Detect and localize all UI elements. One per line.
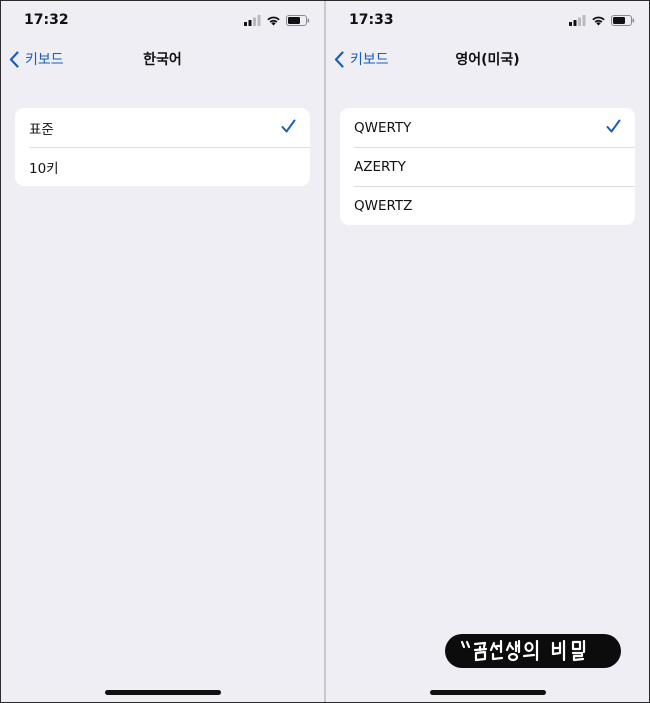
checkmark-icon bbox=[606, 119, 621, 133]
option-row-standard[interactable]: 표준 bbox=[15, 108, 310, 147]
option-label: QWERTZ bbox=[354, 197, 413, 214]
page-title: 한국어 bbox=[143, 52, 182, 68]
layout-options-list: 표준 10키 bbox=[15, 108, 310, 186]
home-indicator[interactable] bbox=[104, 690, 221, 695]
option-label: 10키 bbox=[29, 160, 59, 177]
home-indicator[interactable] bbox=[429, 690, 546, 695]
option-row-qwerty[interactable]: QWERTY bbox=[340, 108, 635, 147]
status-bar: 17:33 bbox=[326, 9, 649, 31]
watermark-logo bbox=[445, 634, 621, 668]
checkmark-icon bbox=[281, 119, 296, 133]
korean-keyboard-screen: 17:32 키보드 한국어 표준 10키 bbox=[1, 1, 324, 702]
option-label: QWERTY bbox=[354, 119, 412, 136]
battery-icon bbox=[286, 14, 310, 26]
status-time: 17:32 bbox=[24, 12, 69, 28]
wifi-icon bbox=[267, 16, 280, 25]
status-time: 17:33 bbox=[349, 12, 394, 28]
page-title: 영어(미국) bbox=[455, 52, 520, 68]
status-bar: 17:32 bbox=[1, 9, 324, 31]
cellular-signal-icon bbox=[569, 14, 586, 26]
watermark-lettering bbox=[460, 639, 586, 662]
option-label: 표준 bbox=[29, 121, 54, 138]
layout-options-list: QWERTY AZERTY QWERTZ bbox=[340, 108, 635, 225]
status-icons bbox=[569, 14, 635, 26]
status-icons bbox=[244, 14, 310, 26]
navigation-bar: 키보드 영어(미국) bbox=[326, 45, 649, 75]
wifi-icon bbox=[592, 16, 605, 25]
option-row-qwertz[interactable]: QWERTZ bbox=[340, 186, 635, 225]
option-row-10-key[interactable]: 10키 bbox=[15, 147, 310, 186]
option-row-azerty[interactable]: AZERTY bbox=[340, 147, 635, 186]
option-label: AZERTY bbox=[354, 158, 406, 175]
navigation-bar: 키보드 한국어 bbox=[1, 45, 324, 75]
battery-icon bbox=[611, 14, 635, 26]
cellular-signal-icon bbox=[244, 14, 261, 26]
english-keyboard-screen: 17:33 키보드 영어(미국) QWERTY AZERTY QWERTZ bbox=[326, 1, 649, 702]
